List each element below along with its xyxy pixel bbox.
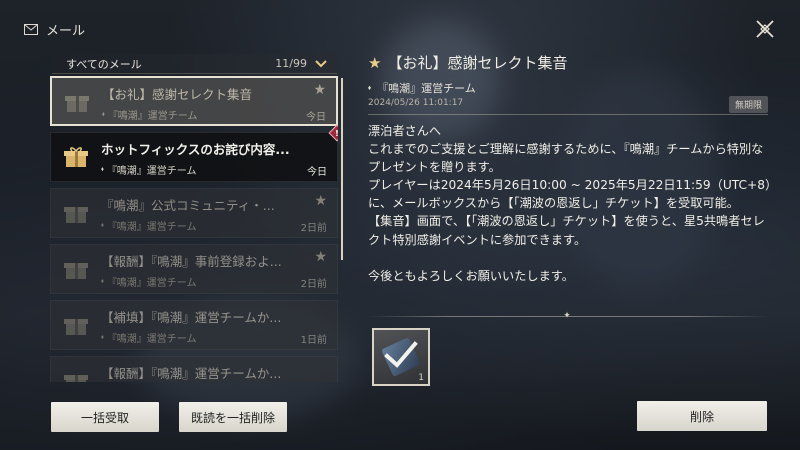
gift-box-icon xyxy=(64,263,88,279)
mail-title: ホットフィックスのお詫び内容... xyxy=(101,142,290,157)
new-alert-badge: ! xyxy=(328,124,338,142)
pin-icon: ⬪ xyxy=(101,276,104,287)
star-icon[interactable]: ★ xyxy=(313,82,326,98)
detail-title: ★ 【お礼】感謝セレクト集音 xyxy=(368,52,567,73)
mail-count: 11/99 xyxy=(275,57,327,70)
expiry-badge: 無期限 xyxy=(728,96,768,113)
mail-list-scrollbar[interactable] xyxy=(341,78,343,260)
pin-icon: ⬪ xyxy=(101,220,104,231)
mail-date: 2日前 xyxy=(300,223,327,234)
mail-sender: ⬪ 『鳴潮』運営チーム xyxy=(101,218,197,233)
detail-body: 漂泊者さんへ これまでのご支援とご理解に感謝するために、『鳴潮』チームから特別な… xyxy=(368,124,772,283)
star-icon[interactable]: ★ xyxy=(314,193,327,209)
mail-title: 【お礼】感謝セレクト集音 xyxy=(102,87,253,102)
mail-sender-label: 『鳴潮』運営チーム xyxy=(106,166,197,177)
attachment-item[interactable]: 1 xyxy=(372,328,430,386)
mail-sender-label: 『鳴潮』運営チーム xyxy=(106,334,197,345)
delete-button[interactable]: 削除 xyxy=(637,401,767,431)
mail-title: 【報酬】『鳴潮』事前登録およ... xyxy=(101,254,282,269)
mail-sender: ⬪ 『鳴潮』運営チーム xyxy=(101,330,197,345)
mail-list-item[interactable]: 『鳴潮』公式コミュニティ・... ⬪ 『鳴潮』運営チーム 2日前 ★ xyxy=(50,188,338,238)
detail-sender: ⬪ 『鳴潮』運営チーム xyxy=(368,80,476,96)
gift-box-icon xyxy=(65,96,89,112)
mail-date: 今日 xyxy=(306,112,326,123)
divider xyxy=(368,114,768,115)
check-icon xyxy=(384,341,418,368)
mail-list-item[interactable]: 【補填】『鳴潮』運営チームか... ⬪ 『鳴潮』運営チーム 1日前 xyxy=(50,300,338,350)
star-icon[interactable]: ★ xyxy=(314,249,327,265)
mail-title: 【補填】『鳴潮』運営チームか... xyxy=(101,310,282,325)
pin-icon: ⬪ xyxy=(101,164,104,175)
detail-title-label: 【お礼】感謝セレクト集音 xyxy=(387,54,568,72)
mail-sender: ⬪ 『鳴潮』運営チーム xyxy=(101,274,197,289)
mail-title: 『鳴潮』公式コミュニティ・... xyxy=(101,198,275,213)
divider-ornament-icon: ✦ xyxy=(563,311,571,321)
collect-all-button[interactable]: 一括受取 xyxy=(51,402,159,432)
mail-date: 今日 xyxy=(307,167,327,178)
mail-list-item[interactable]: 【報酬】『鳴潮』事前登録およ... ⬪ 『鳴潮』運営チーム 2日前 ★ xyxy=(50,244,338,294)
mail-date: 2日前 xyxy=(300,279,327,290)
mail-filter-dropdown[interactable]: すべてのメール 11/99 xyxy=(52,54,337,74)
detail-date: 2024/05/26 11:01:17 xyxy=(368,98,464,108)
mail-date: 1日前 xyxy=(300,335,327,346)
gift-box-icon xyxy=(64,147,88,167)
star-icon: ★ xyxy=(368,53,382,72)
mail-count-label: 11/99 xyxy=(275,57,307,70)
window-title: メール xyxy=(24,20,85,39)
new-alert-label: ! xyxy=(335,129,338,138)
mail-title: 【報酬】『鳴潮』運営チームか... xyxy=(101,366,282,381)
mail-sender: ⬪ 『鳴潮』運営チーム xyxy=(102,107,198,122)
mail-list[interactable]: 【お礼】感謝セレクト集音 ⬪ 『鳴潮』運営チーム 今日 ★ ホットフィックスのお詫… xyxy=(50,76,338,382)
mail-sender-label: 『鳴潮』運営チーム xyxy=(107,111,198,122)
detail-sender-label: 『鳴潮』運営チーム xyxy=(377,82,476,95)
gift-box-icon xyxy=(64,207,88,223)
mail-sender: ⬪ 『鳴潮』運営チーム xyxy=(101,162,197,177)
chevron-down-icon xyxy=(315,59,327,67)
gift-box-icon xyxy=(64,375,88,382)
mail-list-item[interactable]: 【報酬】『鳴潮』運営チームか... xyxy=(50,356,338,382)
delete-read-button[interactable]: 既読を一括削除 xyxy=(179,402,287,432)
mail-sender-label: 『鳴潮』運営チーム xyxy=(106,278,197,289)
mail-sender-label: 『鳴潮』運営チーム xyxy=(106,222,197,233)
pin-icon: ⬪ xyxy=(101,332,104,343)
mail-list-item[interactable]: 【お礼】感謝セレクト集音 ⬪ 『鳴潮』運営チーム 今日 ★ xyxy=(50,76,338,126)
mail-filter-label: すべてのメール xyxy=(66,57,142,71)
close-button[interactable] xyxy=(752,16,778,42)
gift-box-icon xyxy=(64,319,88,335)
window-title-label: メール xyxy=(46,24,86,39)
attachment-count: 1 xyxy=(418,373,424,383)
mail-list-item[interactable]: ホットフィックスのお詫び内容... ⬪ 『鳴潮』運営チーム 今日 ! xyxy=(50,124,338,182)
mail-icon xyxy=(24,24,38,35)
pin-icon: ⬪ xyxy=(102,109,105,120)
close-icon xyxy=(756,20,774,38)
pin-icon: ⬪ xyxy=(368,81,372,94)
